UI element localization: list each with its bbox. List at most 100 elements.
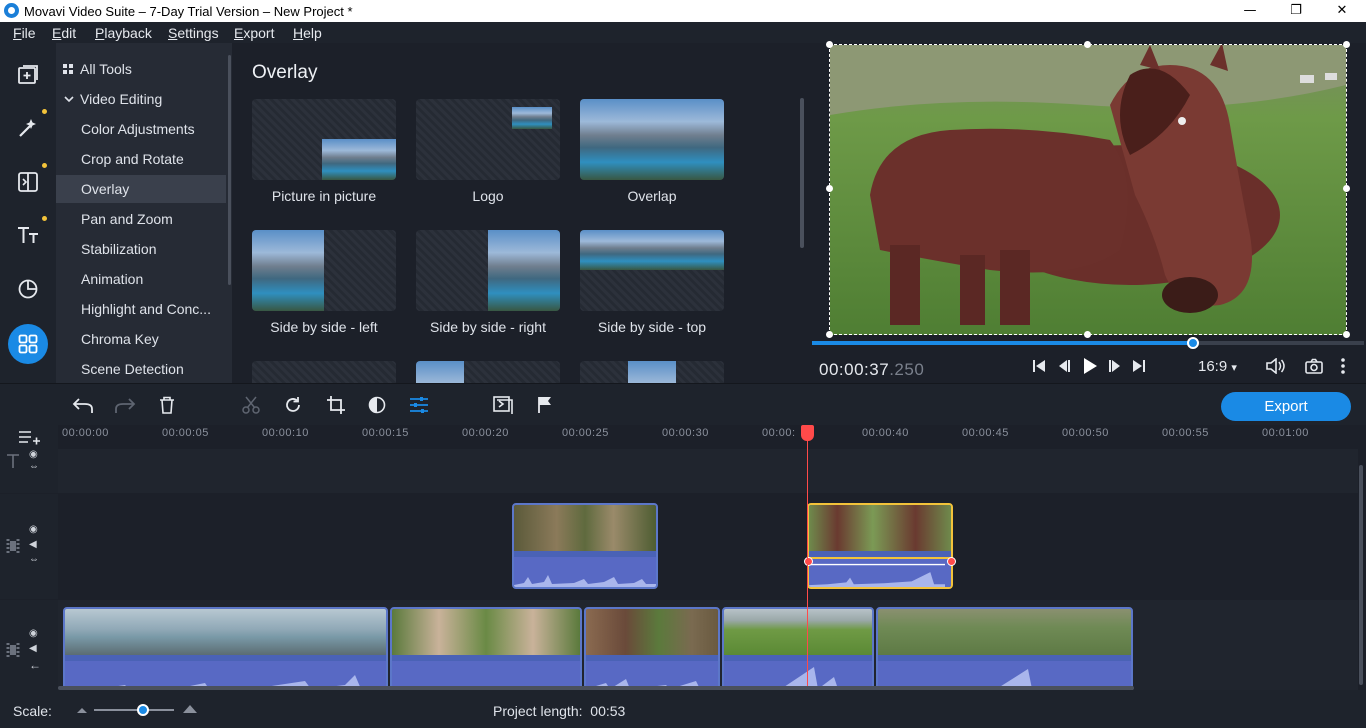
- tools-menu-scrollbar[interactable]: [228, 55, 231, 285]
- clip-properties-button[interactable]: [408, 394, 430, 416]
- overlay-more-3[interactable]: [580, 361, 724, 383]
- ruler-label: 00:00:10: [262, 427, 309, 439]
- close-button[interactable]: ✕: [1319, 0, 1365, 22]
- eye-icon[interactable]: ◉: [29, 449, 38, 460]
- link-icon[interactable]: ⇔: [29, 554, 39, 565]
- playhead-handle[interactable]: [801, 425, 814, 441]
- menu-edit[interactable]: Edit: [52, 25, 76, 41]
- snapshot-button[interactable]: [1304, 355, 1324, 377]
- speaker-icon[interactable]: ◀: [29, 539, 37, 550]
- split-button[interactable]: [240, 394, 262, 416]
- resize-handle[interactable]: [1343, 185, 1350, 192]
- overlay-side-by-side-top[interactable]: Side by side - top: [580, 230, 724, 335]
- selection-box[interactable]: [829, 44, 1347, 335]
- overlay-track[interactable]: [58, 494, 1358, 599]
- previous-frame-button[interactable]: [1055, 355, 1073, 377]
- video-editing-category[interactable]: Video Editing: [56, 85, 226, 113]
- scale-slider[interactable]: [94, 704, 174, 716]
- overlay-picture-in-picture[interactable]: Picture in picture: [252, 99, 396, 204]
- eye-icon[interactable]: ◉: [29, 524, 38, 535]
- overlay-overlap[interactable]: Overlap: [580, 99, 724, 204]
- overlay-logo[interactable]: Logo: [416, 99, 560, 204]
- arrow-left-icon[interactable]: ←: [29, 658, 41, 672]
- tool-chroma-key[interactable]: Chroma Key: [56, 325, 226, 353]
- zoom-in-icon[interactable]: [182, 704, 198, 714]
- ruler-label: 00:00:15: [362, 427, 409, 439]
- menu-playback[interactable]: Playback: [95, 25, 152, 41]
- transitions-button[interactable]: [8, 162, 48, 202]
- overlay-side-by-side-left[interactable]: Side by side - left: [252, 230, 396, 335]
- rotate-button[interactable]: [282, 394, 304, 416]
- main-clip-beach-horses[interactable]: [63, 607, 388, 690]
- insert-button[interactable]: [492, 394, 514, 416]
- main-clip-grazing-horses[interactable]: [390, 607, 582, 690]
- tool-scene-detection[interactable]: Scene Detection: [56, 355, 226, 383]
- undo-button[interactable]: [72, 394, 94, 416]
- resize-handle[interactable]: [1343, 41, 1350, 48]
- volume-keyframe[interactable]: [804, 557, 813, 566]
- color-adjust-button[interactable]: [366, 394, 388, 416]
- scale-slider-knob[interactable]: [137, 704, 149, 716]
- volume-button[interactable]: [1265, 355, 1287, 377]
- title-track[interactable]: [58, 449, 1358, 493]
- tool-pan-and-zoom[interactable]: Pan and Zoom: [56, 205, 226, 233]
- link-icon[interactable]: ⇔: [29, 461, 39, 472]
- speaker-icon[interactable]: ◀: [29, 643, 37, 654]
- overlay-thumbnail: [252, 99, 396, 180]
- add-track-icon[interactable]: [18, 429, 40, 445]
- resize-handle[interactable]: [1084, 41, 1091, 48]
- main-clip-pasture[interactable]: [722, 607, 874, 690]
- menu-settings[interactable]: Settings: [168, 25, 219, 41]
- main-clip-hill-horses[interactable]: [876, 607, 1133, 690]
- marker-button[interactable]: [534, 394, 556, 416]
- skip-end-button[interactable]: [1130, 355, 1148, 377]
- more-options-button[interactable]: [1336, 355, 1350, 377]
- menu-help[interactable]: Help: [293, 25, 322, 41]
- more-tools-button[interactable]: [8, 324, 48, 364]
- tool-crop-and-rotate[interactable]: Crop and Rotate: [56, 145, 226, 173]
- delete-button[interactable]: [156, 394, 178, 416]
- play-button[interactable]: [1080, 355, 1100, 377]
- menu-file[interactable]: File: [13, 25, 36, 41]
- resize-handle[interactable]: [826, 41, 833, 48]
- zoom-out-icon[interactable]: [76, 706, 88, 714]
- import-button[interactable]: [8, 55, 48, 95]
- tool-stabilization[interactable]: Stabilization: [56, 235, 226, 263]
- overlay-side-by-side-right[interactable]: Side by side - right: [416, 230, 560, 335]
- skip-start-button[interactable]: [1030, 355, 1048, 377]
- eye-icon[interactable]: ◉: [29, 628, 38, 639]
- titles-button[interactable]: [8, 215, 48, 255]
- overlay-more-1[interactable]: [252, 361, 396, 383]
- main-video-track[interactable]: [58, 600, 1358, 690]
- volume-keyframe[interactable]: [947, 557, 956, 566]
- main-clip-trail-riding[interactable]: [584, 607, 720, 690]
- minimize-button[interactable]: —: [1227, 0, 1273, 22]
- tool-animation[interactable]: Animation: [56, 265, 226, 293]
- menu-export[interactable]: Export: [234, 25, 274, 41]
- timeline-vertical-scrollbar[interactable]: [1359, 465, 1363, 685]
- gallery-scrollbar[interactable]: [800, 98, 804, 248]
- all-tools-item[interactable]: All Tools: [56, 55, 226, 83]
- stickers-button[interactable]: [8, 269, 48, 309]
- maximize-button[interactable]: ❐: [1273, 0, 1319, 22]
- playback-progress[interactable]: [812, 337, 1364, 349]
- resize-handle[interactable]: [1084, 331, 1091, 338]
- crop-button[interactable]: [325, 394, 347, 416]
- tool-color-adjustments[interactable]: Color Adjustments: [56, 115, 226, 143]
- redo-button[interactable]: [114, 394, 136, 416]
- aspect-ratio-select[interactable]: 16:9 ▾: [1198, 358, 1237, 375]
- project-length-label: Project length:: [493, 703, 583, 719]
- tool-overlay[interactable]: Overlay: [56, 175, 226, 203]
- tool-highlight-and-conceal[interactable]: Highlight and Conc...: [56, 295, 226, 323]
- export-button[interactable]: Export: [1221, 392, 1351, 421]
- filters-button[interactable]: [8, 108, 48, 148]
- resize-handle[interactable]: [826, 331, 833, 338]
- resize-handle[interactable]: [1343, 331, 1350, 338]
- overlay-clip-trail[interactable]: [512, 503, 658, 589]
- time-ruler[interactable]: 00:00:00 00:00:05 00:00:10 00:00:15 00:0…: [58, 425, 1358, 449]
- progress-knob[interactable]: [1186, 337, 1199, 349]
- overlay-more-2[interactable]: [416, 361, 560, 383]
- overlay-clip-horses-selected[interactable]: [807, 503, 953, 589]
- resize-handle[interactable]: [826, 185, 833, 192]
- next-frame-button[interactable]: [1106, 355, 1124, 377]
